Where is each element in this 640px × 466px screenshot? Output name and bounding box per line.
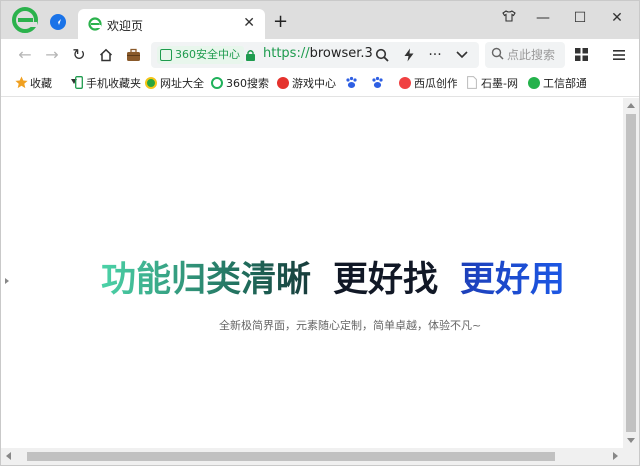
- bookmark-label: 游戏中心: [292, 77, 336, 90]
- bookmark-miit[interactable]: 工信部通: [528, 76, 586, 92]
- browser-window: 欢迎页 ✕ + — ☐ ✕ ← → ↻ 360安全中心 https://brow…: [0, 0, 640, 466]
- bookmarks-bar: 收藏 手机收藏夹 网址大全 360搜索 游戏中心 西瓜创作 石墨-网 工信部通: [1, 71, 639, 97]
- home-icon: [99, 48, 113, 62]
- extensions-button[interactable]: [571, 45, 591, 65]
- refresh-button[interactable]: ↻: [69, 45, 89, 65]
- search360-icon: [211, 77, 223, 89]
- back-button[interactable]: ←: [15, 45, 35, 65]
- sites-icon: [145, 77, 157, 89]
- tab-title: 欢迎页: [107, 19, 144, 33]
- browser-logo-icon[interactable]: [12, 7, 38, 33]
- pinned-tab-compass-icon[interactable]: [50, 14, 66, 30]
- headline-part-1: 功能归类清晰: [101, 260, 312, 300]
- horizontal-scroll-thumb[interactable]: [27, 452, 555, 461]
- xigua-icon: [399, 77, 411, 89]
- headline-part-2: 更好找: [333, 260, 439, 300]
- main-menu-button[interactable]: [609, 45, 629, 65]
- baidu-paw-icon: [372, 76, 383, 88]
- minimize-button[interactable]: —: [533, 9, 553, 27]
- quick-action-button[interactable]: [400, 46, 418, 64]
- bookmark-xigua[interactable]: 西瓜创作: [399, 76, 457, 92]
- bookmark-shimo[interactable]: 石墨-网: [467, 76, 521, 92]
- headline-part-3: 更好用: [460, 260, 566, 300]
- doc-icon: [467, 76, 477, 89]
- hamburger-menu-icon: [613, 50, 625, 60]
- page-content: 功能归类清晰 更好找 更好用 全新极简界面，元素随心定制，简单卓越，体验不凡~: [1, 98, 623, 448]
- more-options-button[interactable]: ···: [426, 46, 444, 64]
- maximize-button[interactable]: ☐: [570, 9, 590, 27]
- forward-button[interactable]: →: [42, 45, 62, 65]
- tab-strip: 欢迎页 ✕ + — ☐ ✕: [1, 1, 639, 39]
- vertical-scroll-thumb[interactable]: [626, 114, 636, 432]
- bookmark-label: 360搜索: [226, 77, 269, 90]
- scroll-down-arrow-icon[interactable]: [627, 438, 635, 443]
- skin-button[interactable]: [499, 9, 519, 27]
- zoom-button[interactable]: [373, 46, 391, 64]
- zoom-magnifier-icon: [375, 48, 389, 62]
- scroll-right-arrow-icon[interactable]: [613, 452, 618, 460]
- bookmark-label: 西瓜创作: [414, 77, 457, 90]
- wechat-icon: [528, 77, 540, 89]
- chevron-down-icon: [456, 51, 468, 59]
- bookmark-mobile-favorites[interactable]: 手机收藏夹: [75, 76, 141, 92]
- url-scheme: https://: [263, 46, 310, 61]
- bookmark-label: 石墨-网: [481, 77, 518, 90]
- search-icon: [491, 47, 504, 60]
- url-host: browser.360: [309, 46, 373, 61]
- baidu-paw-icon: [346, 76, 357, 88]
- bookmark-360-search[interactable]: 360搜索: [211, 76, 271, 92]
- game-icon: [277, 77, 289, 89]
- bookmark-label: 手机收藏夹: [86, 77, 141, 90]
- close-window-button[interactable]: ✕: [607, 9, 627, 27]
- search-box[interactable]: [485, 42, 565, 68]
- new-tab-button[interactable]: +: [273, 13, 288, 31]
- sidebar-expand-icon[interactable]: [5, 278, 9, 284]
- tab-welcome[interactable]: 欢迎页 ✕: [78, 9, 265, 39]
- shirt-icon: [502, 10, 516, 22]
- address-bar[interactable]: 360安全中心 https://browser.360 ···: [151, 42, 479, 68]
- briefcase-icon: [126, 48, 140, 61]
- tab-close-icon[interactable]: ✕: [243, 15, 255, 31]
- search-input[interactable]: [507, 46, 562, 64]
- home-button[interactable]: [96, 45, 116, 65]
- security-center-badge[interactable]: 360安全中心: [157, 46, 244, 64]
- briefcase-button[interactable]: [123, 45, 143, 65]
- horizontal-scrollbar[interactable]: [1, 448, 623, 465]
- vertical-scrollbar[interactable]: [623, 98, 639, 448]
- hero-subtitle: 全新极简界面，元素随心定制，简单卓越，体验不凡~: [219, 319, 482, 332]
- certificate-icon: [160, 49, 172, 61]
- bookmark-game-center[interactable]: 游戏中心: [277, 76, 339, 92]
- lightning-icon: [404, 48, 414, 62]
- bookmark-label: 收藏: [30, 77, 52, 90]
- scroll-left-arrow-icon[interactable]: [6, 452, 11, 460]
- security-badge-label: 360安全中心: [175, 48, 240, 61]
- bookmark-site-directory[interactable]: 网址大全: [145, 76, 205, 92]
- hero-headline: 功能归类清晰 更好找 更好用: [101, 251, 565, 302]
- scroll-up-arrow-icon[interactable]: [627, 103, 635, 108]
- bookmark-label: 工信部通: [543, 77, 586, 90]
- navigation-toolbar: ← → ↻ 360安全中心 https://browser.360: [1, 39, 639, 71]
- lock-icon[interactable]: [245, 49, 256, 61]
- bookmark-baidu-2[interactable]: [371, 76, 387, 92]
- star-icon: [15, 76, 28, 89]
- tab-favicon-icon: [88, 17, 102, 31]
- bookmark-label: 网址大全: [160, 77, 204, 90]
- bookmark-baidu-1[interactable]: [345, 76, 361, 92]
- address-dropdown-button[interactable]: [453, 46, 471, 64]
- phone-icon: [75, 76, 83, 89]
- url-text[interactable]: https://browser.360: [263, 46, 373, 61]
- scrollbar-corner: [623, 448, 639, 465]
- grid-icon: [574, 48, 588, 61]
- bookmark-favorites[interactable]: 收藏: [15, 76, 65, 92]
